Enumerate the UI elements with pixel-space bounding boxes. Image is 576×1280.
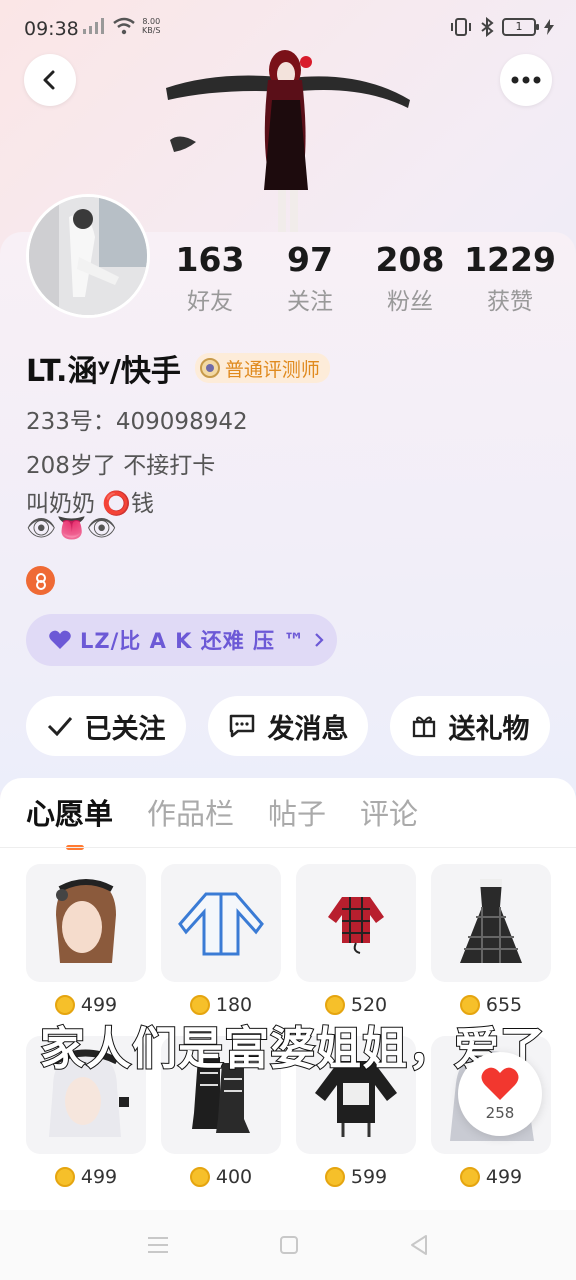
profile-tabs: 心愿单 作品栏 帖子 评论 — [26, 790, 418, 850]
gift-icon — [412, 716, 435, 738]
maid-hair-icon — [56, 879, 116, 963]
battery-icon: 1 — [502, 18, 539, 36]
item-price: 499 — [485, 1166, 523, 1188]
bluetooth-icon — [481, 17, 494, 37]
chevron-right-icon — [315, 633, 324, 647]
item-price: 599 — [350, 1166, 388, 1188]
gender-symbol-icon — [35, 572, 46, 590]
reviewer-medal-icon — [199, 358, 220, 378]
music-pill-label: LZ/比 A K 还难 压 ™ — [80, 629, 306, 653]
red-plaid-top-icon — [328, 897, 384, 954]
plaid-dress-icon — [460, 879, 522, 963]
stat-label: 粉丝 — [387, 289, 433, 315]
status-time: 09:38 — [24, 18, 79, 40]
coin-icon — [324, 1167, 345, 1187]
tab-works[interactable]: 作品栏 — [147, 790, 234, 850]
user-id: 233号：409098942 — [26, 409, 248, 435]
more-dots-icon — [511, 76, 541, 84]
stat-label: 获赞 — [487, 289, 533, 315]
stat-label: 关注 — [287, 289, 333, 315]
gender-badge — [26, 566, 55, 595]
chat-bubble-icon — [229, 714, 254, 738]
heart-icon — [481, 1067, 519, 1100]
reviewer-badge-label: 普通评测师 — [224, 358, 320, 381]
username: LT.涵ʸ/快手 — [26, 354, 181, 389]
stat-label: 好友 — [187, 289, 233, 315]
wifi-icon — [113, 17, 135, 35]
tab-comments[interactable]: 评论 — [360, 790, 418, 850]
action-row: 已关注 发消息 送礼物 — [26, 696, 550, 756]
bio-emoji: 👁👅👁 — [26, 514, 117, 542]
coin-icon — [189, 1167, 210, 1187]
like-button[interactable]: 258 — [458, 1052, 542, 1136]
send-gift-button[interactable]: 送礼物 — [390, 696, 550, 756]
music-pill[interactable]: LZ/比 A K 还难 压 ™ — [26, 614, 337, 666]
like-count: 258 — [485, 1104, 515, 1122]
avatar-character-image — [160, 40, 420, 240]
menu-icon[interactable] — [147, 1235, 169, 1255]
check-icon — [47, 717, 72, 736]
wishlist-item[interactable]: 180 — [161, 864, 281, 1036]
followed-button[interactable]: 已关注 — [26, 696, 186, 756]
stat-friends[interactable]: 163 好友 — [160, 240, 260, 320]
send-gift-button-label: 送礼物 — [448, 713, 530, 745]
item-price: 400 — [215, 1166, 253, 1188]
stat-value: 97 — [287, 240, 333, 279]
more-options-button[interactable] — [500, 54, 552, 106]
reviewer-badge[interactable]: 普通评测师 — [194, 353, 330, 383]
tab-wishlist[interactable]: 心愿单 — [26, 790, 113, 850]
avatar[interactable] — [26, 194, 150, 318]
followed-button-label: 已关注 — [84, 713, 166, 745]
stat-value: 1229 — [464, 240, 556, 279]
stat-following[interactable]: 97 关注 — [260, 240, 360, 320]
stat-value: 208 — [375, 240, 445, 279]
jacket-icon — [178, 892, 264, 956]
coin-icon — [459, 1167, 480, 1187]
wishlist-item[interactable]: 520 — [296, 864, 416, 1036]
profile-stats: 163 好友 97 关注 208 粉丝 1229 获赞 — [160, 240, 560, 320]
stat-likes[interactable]: 1229 获赞 — [460, 240, 560, 320]
charging-icon — [544, 19, 554, 35]
back-nav-icon[interactable] — [409, 1234, 429, 1256]
divider — [0, 847, 576, 848]
stat-value: 163 — [175, 240, 245, 279]
content-area: 心愿单 作品栏 帖子 评论 499 180 520 655 499 400 59… — [0, 778, 576, 1218]
bio-line: 叫奶奶 ⭕钱 — [26, 491, 154, 517]
vibrate-icon — [451, 18, 471, 36]
coin-icon — [54, 1167, 75, 1187]
wishlist-item[interactable]: 655 — [431, 864, 551, 1036]
home-icon[interactable] — [279, 1235, 299, 1255]
system-nav-bar — [0, 1210, 576, 1280]
tab-posts[interactable]: 帖子 — [268, 790, 326, 850]
message-button-label: 发消息 — [267, 713, 349, 745]
chevron-left-icon — [43, 70, 55, 90]
cellular-signal-icon — [83, 18, 104, 34]
back-button[interactable] — [24, 54, 76, 106]
stat-followers[interactable]: 208 粉丝 — [360, 240, 460, 320]
wishlist-item[interactable]: 499 — [26, 864, 146, 1036]
bio-line: 208岁了 不接打卡 — [26, 453, 216, 479]
heart-icon — [49, 630, 71, 649]
network-speed: 8.00 KB/S — [142, 17, 161, 35]
item-price: 499 — [80, 1166, 118, 1188]
message-button[interactable]: 发消息 — [208, 696, 368, 756]
